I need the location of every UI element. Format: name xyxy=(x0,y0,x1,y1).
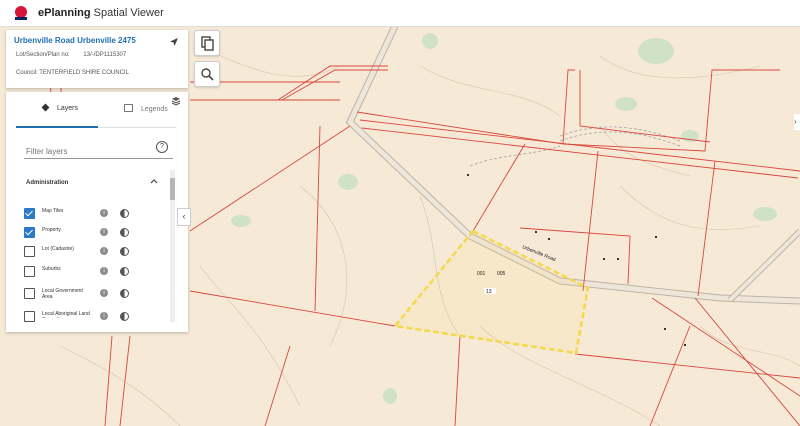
lot-number-label: 005 xyxy=(497,271,506,277)
tab-layers-label: Layers xyxy=(56,105,78,112)
opacity-icon[interactable] xyxy=(120,267,129,276)
info-icon[interactable]: i xyxy=(100,289,108,297)
active-tab-indicator xyxy=(16,126,98,128)
vegetation-patch xyxy=(753,207,777,221)
expand-right-panel-button[interactable]: › xyxy=(794,114,800,130)
info-icon[interactable]: i xyxy=(100,247,108,255)
app-title: ePlanning Spatial Viewer xyxy=(38,7,164,19)
lot-number-label: 001 xyxy=(477,271,486,277)
layer-checkbox[interactable] xyxy=(24,266,35,277)
layer-row-map-tiles[interactable]: Map Tiles i xyxy=(24,208,174,222)
top-bar: ePlanning Spatial Viewer xyxy=(0,0,800,27)
layers-scrollbar[interactable] xyxy=(170,170,175,322)
layer-checkbox[interactable] xyxy=(24,246,35,257)
scrollbar-thumb[interactable] xyxy=(170,178,175,200)
lot-plan-label: Lot/Section/Plan no: xyxy=(16,52,70,58)
info-icon[interactable]: i xyxy=(100,209,108,217)
vegetation-patch xyxy=(231,215,251,227)
tab-legends-label: Legends xyxy=(140,106,168,113)
vegetation-patch xyxy=(422,33,438,49)
info-icon[interactable]: i xyxy=(100,228,108,236)
layer-label: Local Aboriginal Land Council xyxy=(42,311,90,318)
lot-plan-row: Lot/Section/Plan no: 13/-/DP1115307 xyxy=(16,52,126,58)
nsw-logo xyxy=(15,6,27,20)
layer-checkbox[interactable] xyxy=(24,208,35,219)
property-address[interactable]: Urbenville Road Urbenville 2475 xyxy=(14,36,136,45)
opacity-icon[interactable] xyxy=(120,247,129,256)
layers-panel: Layers Legends ? Administration Map Tile… xyxy=(6,92,188,332)
info-icon[interactable]: i xyxy=(100,267,108,275)
layer-checkbox[interactable] xyxy=(24,288,35,299)
opacity-icon[interactable] xyxy=(120,312,129,321)
filter-layers-input[interactable] xyxy=(24,144,173,159)
layer-row-lot-cadastre[interactable]: Lot (Cadastre) i xyxy=(24,246,174,260)
copy-button[interactable] xyxy=(194,30,220,56)
tab-layers[interactable]: Layers xyxy=(41,103,78,112)
chevron-left-icon: ‹ xyxy=(182,211,186,221)
navigate-icon[interactable] xyxy=(169,37,179,47)
layer-row-lga[interactable]: Local Government Area i xyxy=(24,288,174,302)
tab-legends[interactable]: Legends xyxy=(124,104,168,113)
vegetation-patch xyxy=(383,388,397,404)
search-icon xyxy=(201,68,214,81)
layers-icon xyxy=(41,103,50,112)
layer-label: Lot (Cadastre) xyxy=(42,246,74,252)
vegetation-patch xyxy=(338,174,358,190)
opacity-icon[interactable] xyxy=(120,228,129,237)
section-title: Administration xyxy=(26,180,69,186)
chevron-right-icon: › xyxy=(794,117,797,126)
copy-icon xyxy=(201,36,214,51)
lot-plan-value: 13/-/DP1115307 xyxy=(83,52,127,58)
app-brand: ePlanning xyxy=(38,7,91,19)
opacity-icon[interactable] xyxy=(120,289,129,298)
layer-label: Suburbs xyxy=(42,266,61,272)
collapse-panel-button[interactable]: ‹ xyxy=(177,208,191,226)
layer-row-suburbs[interactable]: Suburbs i xyxy=(24,266,174,280)
layer-row-property[interactable]: Property i xyxy=(24,227,174,241)
app-name: Spatial Viewer xyxy=(93,7,164,19)
layer-checkbox[interactable] xyxy=(24,227,35,238)
legend-icon xyxy=(124,104,133,112)
info-icon[interactable]: i xyxy=(100,312,108,320)
layer-row-aboriginal-land-council[interactable]: Local Aboriginal Land Council i xyxy=(24,311,174,325)
panel-tabs: Layers Legends xyxy=(16,103,176,128)
layer-checkbox[interactable] xyxy=(24,311,35,322)
search-button[interactable] xyxy=(194,61,220,87)
layer-label: Property xyxy=(42,227,61,233)
opacity-icon[interactable] xyxy=(120,209,129,218)
vegetation-patch xyxy=(638,38,674,64)
vegetation-patch xyxy=(615,97,637,111)
layer-label: Local Government Area xyxy=(42,288,83,300)
council-name: Council: TENTERFIELD SHIRE COUNCIL xyxy=(16,70,129,76)
chevron-up-icon[interactable] xyxy=(150,178,158,186)
layer-label: Map Tiles xyxy=(42,208,64,214)
selected-lot-label: 13 xyxy=(486,289,492,295)
property-info-card: Urbenville Road Urbenville 2475 Lot/Sect… xyxy=(6,30,188,88)
help-icon[interactable]: ? xyxy=(156,141,168,153)
